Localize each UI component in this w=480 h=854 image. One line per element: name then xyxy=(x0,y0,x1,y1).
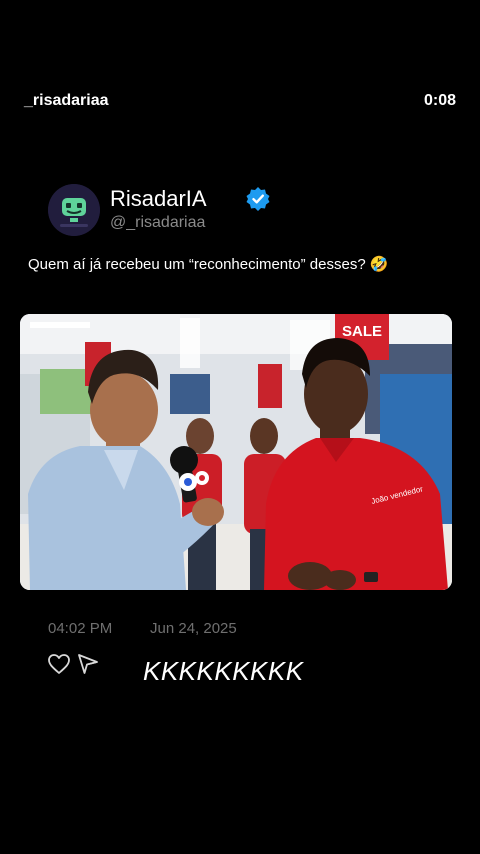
video-timestamp: 0:08 xyxy=(423,92,456,109)
post-date: Jun 24, 2025 xyxy=(150,620,237,637)
verified-badge-icon xyxy=(246,187,270,211)
display-name[interactable]: RisadarIA xyxy=(110,186,207,212)
video-caption: KKKKKKKKK xyxy=(143,656,304,686)
store-interview-image: SALE João vendedor xyxy=(20,314,452,590)
video-frame[interactable]: SALE João vendedor xyxy=(20,314,452,590)
sale-sign-text: SALE xyxy=(342,323,382,340)
heart-icon[interactable] xyxy=(47,653,71,675)
top-username: _risadariaa xyxy=(24,92,109,109)
tweet-text: Quem aí já recebeu um “reconhecimento” d… xyxy=(28,256,389,273)
avatar[interactable] xyxy=(48,184,100,236)
author-handle[interactable]: @_risadariaa xyxy=(110,214,205,232)
post-time: 04:02 PM xyxy=(48,620,113,637)
robot-avatar-icon xyxy=(48,184,100,236)
send-icon[interactable] xyxy=(76,652,100,676)
